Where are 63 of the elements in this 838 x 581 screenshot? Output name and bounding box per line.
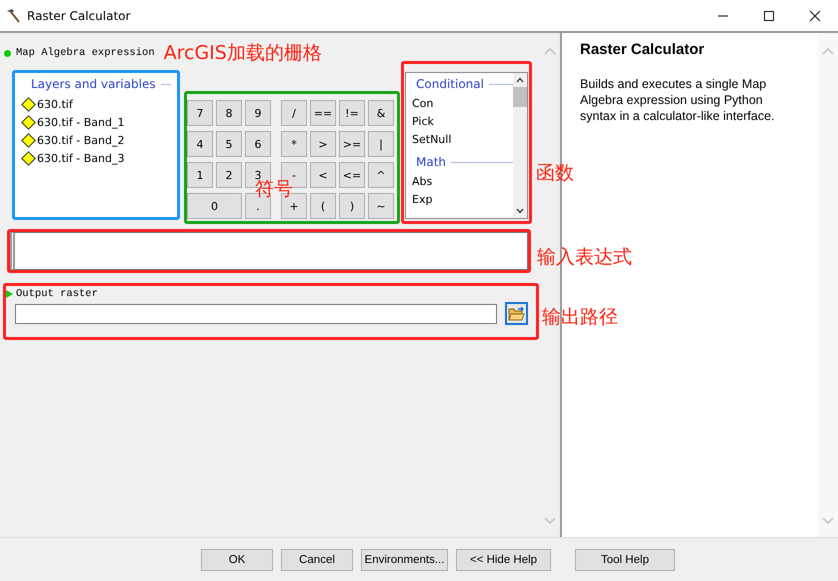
diamond-icon bbox=[21, 96, 36, 112]
key-button[interactable]: / bbox=[281, 100, 307, 126]
help-text: Builds and executes a single Map Algebra expression using Python syntax in a calculator-like interface. bbox=[580, 76, 776, 124]
key-button[interactable]: > bbox=[310, 131, 336, 157]
key-button[interactable]: != bbox=[339, 100, 365, 126]
browse-button[interactable] bbox=[505, 302, 528, 325]
key-button[interactable]: ) bbox=[339, 193, 365, 219]
scroll-up-icon[interactable] bbox=[516, 77, 524, 83]
function-item[interactable]: Pick bbox=[412, 115, 434, 128]
layer-item[interactable]: 630.tif - Band_2 bbox=[37, 134, 124, 146]
key-button[interactable]: <= bbox=[339, 162, 365, 188]
layer-item[interactable]: 630.tif - Band_1 bbox=[37, 116, 124, 128]
key-button[interactable]: 9 bbox=[245, 100, 271, 126]
annotation-text: 输入表达式 bbox=[537, 245, 632, 270]
key-button[interactable]: 0 bbox=[187, 193, 242, 219]
key-button[interactable]: ( bbox=[310, 193, 336, 219]
group-heading: Math bbox=[416, 155, 446, 169]
dialog-button[interactable]: Cancel bbox=[281, 548, 353, 570]
key-button[interactable]: 2 bbox=[216, 162, 242, 188]
scroll-down-icon[interactable] bbox=[516, 208, 524, 214]
key-button[interactable]: 6 bbox=[245, 131, 271, 157]
key-button[interactable]: ~ bbox=[368, 193, 394, 219]
diamond-icon bbox=[21, 114, 36, 130]
key-button[interactable]: 1 bbox=[187, 162, 213, 188]
group-heading: Conditional bbox=[416, 77, 484, 91]
folder-icon bbox=[508, 306, 525, 321]
dialog-button[interactable]: Environments... bbox=[361, 548, 448, 570]
key-button[interactable]: 5 bbox=[216, 131, 242, 157]
output-field[interactable] bbox=[15, 304, 497, 324]
output-label: Output raster bbox=[16, 288, 98, 300]
maximize-icon[interactable] bbox=[763, 10, 775, 22]
annotation-text: 输出路径 bbox=[542, 305, 618, 330]
dialog-button[interactable]: Tool Help bbox=[575, 548, 675, 570]
scrollbar-thumb[interactable] bbox=[513, 87, 527, 107]
layer-item[interactable]: 630.tif - Band_3 bbox=[37, 152, 124, 164]
key-button[interactable]: 4 bbox=[187, 131, 213, 157]
annotation-text: 函数 bbox=[536, 161, 574, 186]
hammer-icon bbox=[5, 8, 21, 24]
close-icon[interactable] bbox=[809, 10, 821, 22]
key-button[interactable]: 8 bbox=[216, 100, 242, 126]
layer-item[interactable]: 630.tif bbox=[37, 98, 73, 110]
key-button[interactable]: 7 bbox=[187, 100, 213, 126]
dialog-button[interactable]: << Hide Help bbox=[456, 548, 551, 570]
key-button[interactable]: ^ bbox=[368, 162, 394, 188]
key-button[interactable]: * bbox=[281, 131, 307, 157]
function-item[interactable]: Exp bbox=[412, 193, 432, 206]
key-button[interactable]: == bbox=[310, 100, 336, 126]
annotation-text: ArcGIS加载的栅格 bbox=[164, 41, 322, 66]
diamond-icon bbox=[21, 150, 36, 166]
function-item[interactable]: SetNull bbox=[412, 133, 452, 146]
help-title: Raster Calculator bbox=[580, 41, 706, 58]
dialog-button[interactable]: OK bbox=[201, 548, 273, 570]
group-heading: Layers and variables bbox=[31, 77, 156, 91]
key-button[interactable]: | bbox=[368, 131, 394, 157]
function-item[interactable]: Abs bbox=[412, 175, 432, 188]
scrollbar[interactable] bbox=[513, 73, 527, 218]
key-button[interactable]: & bbox=[368, 100, 394, 126]
window-title: Raster Calculator bbox=[27, 8, 130, 22]
key-button[interactable]: >= bbox=[339, 131, 365, 157]
key-button[interactable]: < bbox=[310, 162, 336, 188]
function-item[interactable]: Con bbox=[412, 97, 434, 110]
expression-label: Map Algebra expression bbox=[16, 47, 155, 59]
diamond-icon bbox=[21, 132, 36, 148]
